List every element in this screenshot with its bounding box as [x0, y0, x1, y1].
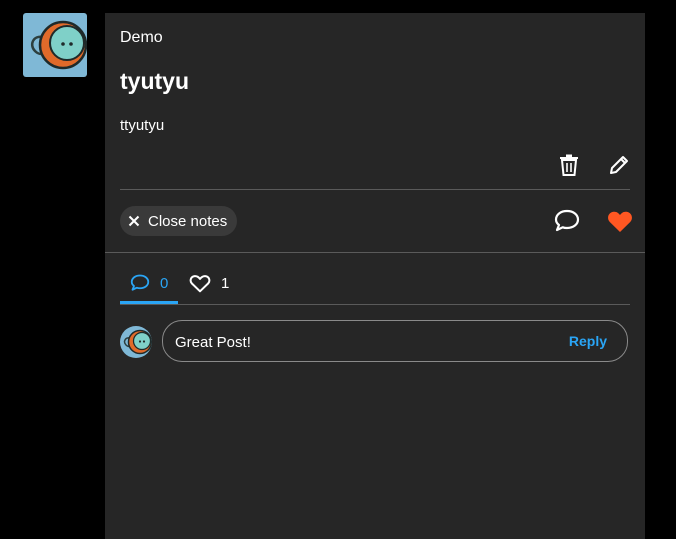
- edit-button[interactable]: [607, 153, 631, 177]
- divider: [120, 304, 630, 305]
- avatar[interactable]: [23, 13, 87, 77]
- like-button[interactable]: [605, 208, 635, 234]
- post-card: Demo tyutyu ttyutyu Close notes 0 1 Grea…: [105, 13, 645, 539]
- post-body: ttyutyu: [120, 117, 165, 134]
- close-notes-label: Close notes: [148, 212, 228, 230]
- post-title: tyutyu: [120, 68, 189, 94]
- comment-box: Reply: [162, 320, 628, 363]
- close-icon: [128, 215, 140, 227]
- pencil-icon: [610, 156, 628, 174]
- snail-avatar-icon: [23, 13, 87, 77]
- close-notes-button[interactable]: Close notes: [120, 206, 238, 236]
- delete-button[interactable]: [557, 153, 581, 177]
- commenter-avatar: [120, 326, 152, 358]
- heart-outline-icon: [189, 274, 211, 292]
- chat-bubble-icon: [130, 274, 150, 291]
- comment-button[interactable]: [553, 208, 581, 234]
- tab-comments[interactable]: 0: [120, 263, 178, 304]
- post-author[interactable]: Demo: [120, 29, 163, 47]
- comments-count: 0: [160, 274, 169, 292]
- heart-icon: [608, 211, 632, 232]
- likes-count: 1: [221, 274, 230, 292]
- divider: [105, 252, 645, 253]
- reply-button[interactable]: Reply: [569, 333, 607, 349]
- trash-icon: [560, 154, 578, 176]
- tab-likes[interactable]: 1: [189, 263, 229, 303]
- comment-input[interactable]: [173, 321, 557, 363]
- chat-bubble-icon: [554, 209, 580, 232]
- divider: [120, 189, 630, 190]
- snail-avatar-icon: [120, 326, 152, 358]
